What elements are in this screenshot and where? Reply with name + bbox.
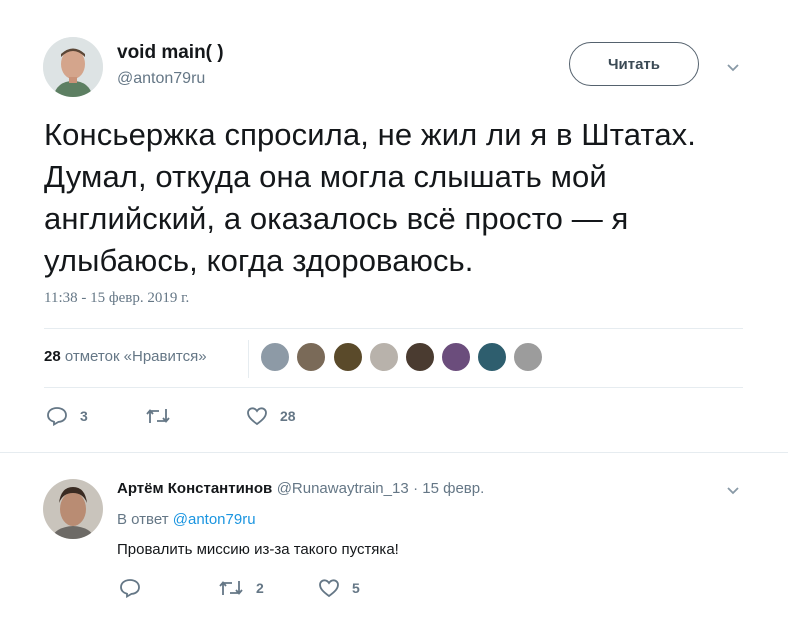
liker-avatar[interactable] [260, 342, 290, 372]
likes-number: 28 [44, 348, 61, 365]
author-name[interactable]: void main( ) [117, 42, 224, 64]
liker-avatar[interactable] [441, 342, 471, 372]
divider [0, 452, 788, 453]
divider [44, 387, 743, 388]
tweet-timestamp[interactable]: 11:38 - 15 февр. 2019 г. [44, 290, 189, 307]
reply-header: Артём Константинов @Runawaytrain_13 · 15… [117, 480, 484, 498]
in-reply-prefix: В ответ [117, 511, 173, 528]
like-count: 5 [352, 580, 360, 596]
liker-avatar[interactable] [369, 342, 399, 372]
reply-icon [47, 407, 67, 426]
reply-author-name[interactable]: Артём Константинов [117, 480, 272, 497]
heart-icon [319, 579, 339, 598]
retweet-icon [146, 409, 170, 423]
author-avatar[interactable] [43, 37, 103, 97]
reply-action[interactable]: 3 [46, 406, 88, 426]
chevron-down-icon[interactable] [725, 483, 741, 499]
retweet-icon [219, 581, 243, 595]
retweet-action[interactable] [145, 406, 183, 426]
liker-avatar[interactable] [405, 342, 435, 372]
liker-avatar[interactable] [333, 342, 363, 372]
retweet-count: 2 [256, 580, 264, 596]
like-count: 28 [280, 408, 296, 424]
likers-divider [248, 340, 249, 378]
reply-author-handle[interactable]: @Runawaytrain_13 [277, 480, 409, 497]
author-handle[interactable]: @anton79ru [117, 70, 205, 88]
retweet-action[interactable]: 2 [218, 578, 264, 598]
follow-button[interactable]: Читать [569, 42, 699, 86]
reply-count: 3 [80, 408, 88, 424]
likes-label: отметок «Нравится» [60, 348, 207, 365]
reply-icon [120, 579, 140, 598]
like-action[interactable]: 5 [318, 578, 360, 598]
tweet-text: Консьержка спросила, не жил ли я в Штата… [44, 117, 696, 278]
liker-avatar[interactable] [296, 342, 326, 372]
liker-avatar[interactable] [513, 342, 543, 372]
divider [44, 328, 743, 329]
likes-count[interactable]: 28 отметок «Нравится» [44, 348, 207, 365]
in-reply-to: В ответ @anton79ru [117, 511, 256, 528]
heart-icon [247, 407, 267, 426]
reply-date[interactable]: · 15 февр. [413, 480, 484, 497]
like-action[interactable]: 28 [246, 406, 296, 426]
liker-avatar[interactable] [477, 342, 507, 372]
in-reply-handle-link[interactable]: @anton79ru [173, 511, 256, 528]
reply-action[interactable] [119, 578, 153, 598]
reply-author-avatar[interactable] [43, 479, 103, 539]
chevron-down-icon[interactable] [725, 60, 741, 76]
reply-text: Провалить миссию из-за такого пустяка! [117, 541, 399, 558]
